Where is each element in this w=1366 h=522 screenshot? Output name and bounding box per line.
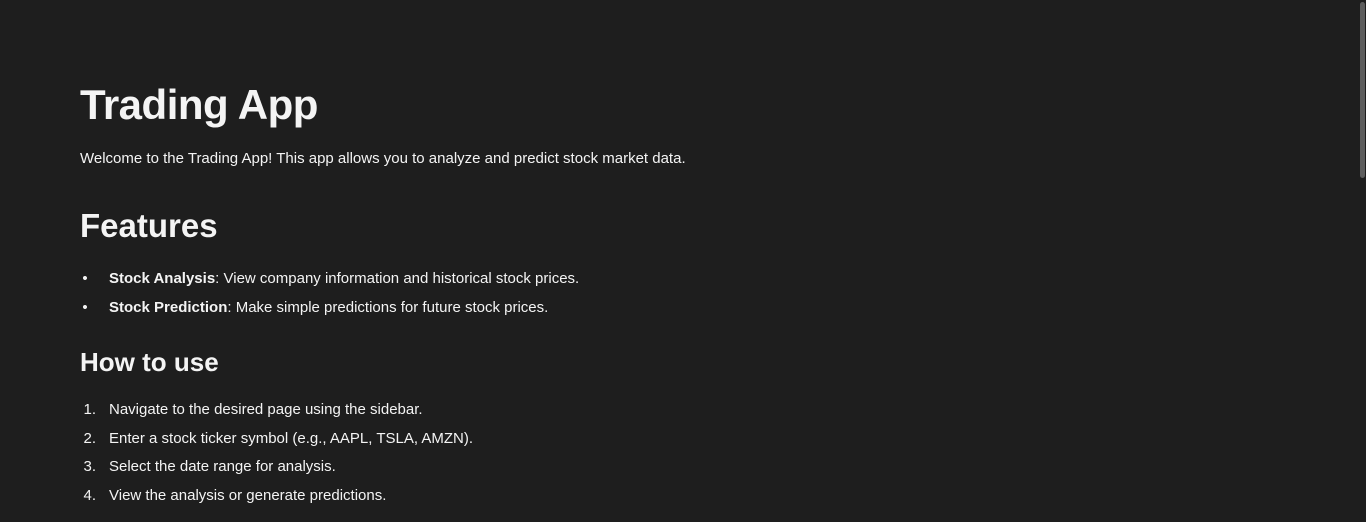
- step-number: 1.: [83, 401, 96, 418]
- features-heading: Features: [80, 207, 218, 244]
- list-item: • Stock Analysis: View company informatio…: [80, 269, 579, 298]
- list-item: 3. Select the date range for analysis.: [80, 457, 473, 486]
- step-number: 4.: [83, 487, 96, 505]
- scrollbar-thumb[interactable]: [1360, 2, 1365, 178]
- step-text: Select the date range for analysis.: [109, 458, 336, 476]
- bullet-icon: •: [82, 299, 88, 316]
- intro-text: Welcome to the Trading App! This app all…: [80, 150, 686, 167]
- step-text: View the analysis or generate prediction…: [109, 487, 387, 505]
- step-number: 2.: [83, 429, 96, 447]
- list-item: 1. Navigate to the desired page using the…: [80, 400, 473, 429]
- step-text: Navigate to the desired page using the s…: [109, 401, 423, 418]
- list-item: 2. Enter a stock ticker symbol (e.g., AAP…: [80, 429, 473, 458]
- feature-name: Stock Analysis: [109, 270, 216, 287]
- list-item: 4. View the analysis or generate predicti…: [80, 486, 473, 515]
- step-text: Enter a stock ticker symbol (e.g., AAPL,…: [109, 429, 474, 447]
- feature-description: : Make simple predictions for future sto…: [227, 299, 549, 316]
- vertical-scrollbar[interactable]: [1358, 0, 1366, 522]
- step-number: 3.: [83, 458, 96, 476]
- page-title: Trading App: [80, 81, 318, 128]
- features-list: • Stock Analysis: View company informatio…: [80, 269, 579, 327]
- steps-list: 1. Navigate to the desired page using the…: [80, 400, 473, 515]
- feature-name: Stock Prediction: [109, 299, 228, 316]
- feature-description: : View company information and historica…: [215, 270, 580, 287]
- bullet-icon: •: [82, 270, 88, 287]
- how-to-use-heading: How to use: [80, 347, 219, 377]
- list-item: • Stock Prediction: Make simple predictio…: [80, 298, 579, 327]
